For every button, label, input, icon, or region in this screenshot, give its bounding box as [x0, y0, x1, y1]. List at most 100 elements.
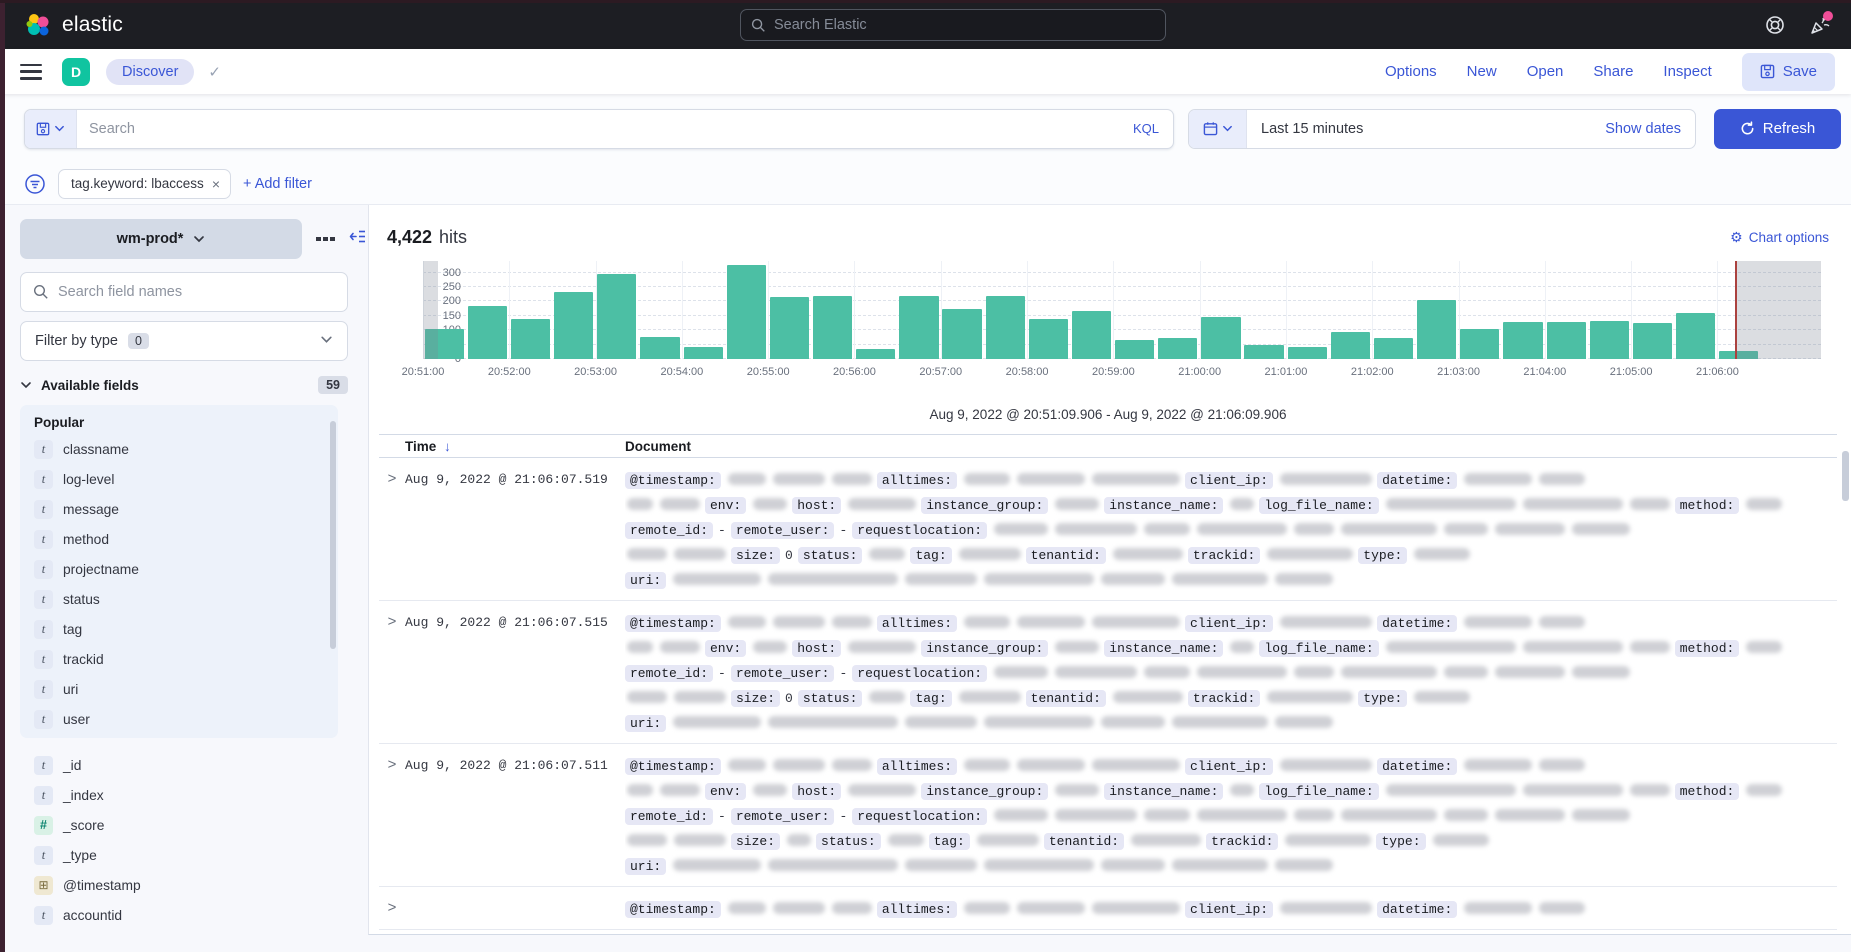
field-item[interactable]: tstatus [34, 584, 338, 614]
query-input[interactable] [77, 121, 1119, 137]
main-scrollbar[interactable] [1842, 451, 1849, 501]
search-icon [33, 284, 49, 300]
available-fields-label: Available fields [41, 378, 139, 393]
histogram-bar[interactable] [1417, 300, 1456, 359]
filter-pill[interactable]: tag.keyword: lbaccess × [58, 169, 231, 199]
field-item[interactable]: tprojectname [34, 554, 338, 584]
redacted-value [1386, 498, 1516, 510]
doc-field-label: method: [1675, 640, 1740, 657]
histogram-bar[interactable] [1547, 322, 1586, 359]
table-row: >@timestamp:alltimes:client_ip:datetime: [379, 887, 1837, 930]
doc-field-label: size: [731, 690, 780, 707]
field-item[interactable]: taccountid [34, 900, 368, 930]
add-filter-button[interactable]: + Add filter [243, 176, 312, 192]
new-button[interactable]: New [1467, 63, 1497, 80]
field-item[interactable]: tuser [34, 704, 338, 734]
collapse-sidebar-icon[interactable] [349, 229, 366, 249]
redacted-value [984, 716, 1094, 728]
field-item[interactable]: turi [34, 674, 338, 704]
field-item[interactable]: ttag [34, 614, 338, 644]
filter-by-type-dropdown[interactable]: Filter by type 0 [20, 321, 348, 361]
index-pattern-selector[interactable]: wm-prod* [20, 219, 302, 259]
elastic-logo[interactable]: elastic [24, 11, 123, 39]
field-item[interactable]: t_index [34, 780, 368, 810]
date-quick-menu-button[interactable] [1189, 110, 1247, 148]
popular-fields-panel: Popular tclassnametlog-leveltmessagetmet… [20, 405, 338, 738]
histogram-bar[interactable] [511, 319, 550, 359]
field-item[interactable]: tclassname [34, 434, 338, 464]
histogram-bar[interactable] [899, 296, 938, 359]
saved-query-menu-button[interactable] [25, 110, 77, 148]
doc-field-label: client_ip: [1185, 758, 1273, 775]
chart-options-button[interactable]: ⚙ Chart options [1730, 229, 1829, 246]
field-name: _score [63, 818, 104, 833]
options-button[interactable]: Options [1385, 63, 1437, 80]
histogram-bar[interactable] [1374, 338, 1413, 359]
space-avatar[interactable]: D [62, 58, 90, 86]
histogram-bar[interactable] [1158, 338, 1197, 359]
field-item[interactable]: t_type [34, 840, 368, 870]
histogram-bar[interactable] [468, 306, 507, 359]
field-item[interactable]: tmethod [34, 524, 338, 554]
remove-filter-icon[interactable]: × [212, 176, 220, 192]
histogram-bar[interactable] [1460, 329, 1499, 359]
histogram-bar[interactable] [1244, 345, 1283, 359]
expand-row-button[interactable]: > [379, 467, 405, 592]
histogram-bar[interactable] [597, 274, 636, 359]
save-button[interactable]: Save [1742, 53, 1835, 91]
sidebar-scrollbar[interactable] [330, 421, 336, 649]
redacted-value [1017, 759, 1085, 771]
histogram-bar[interactable] [1072, 311, 1111, 359]
menu-icon[interactable] [20, 64, 42, 80]
newsfeed-icon[interactable] [1809, 15, 1829, 35]
field-search-input[interactable] [58, 284, 335, 300]
histogram-bar[interactable] [640, 337, 679, 359]
share-button[interactable]: Share [1593, 63, 1633, 80]
histogram-bar[interactable] [1331, 332, 1370, 359]
histogram-bar[interactable] [727, 265, 766, 359]
sort-desc-icon[interactable]: ↓ [444, 439, 451, 454]
refresh-button[interactable]: Refresh [1714, 109, 1841, 149]
histogram-bar[interactable] [1029, 319, 1068, 359]
histogram-bar[interactable] [1633, 323, 1672, 359]
histogram-bar[interactable] [856, 349, 895, 359]
query-language-button[interactable]: KQL [1119, 121, 1173, 136]
redacted-value [773, 473, 825, 485]
histogram-bar[interactable] [1503, 322, 1542, 359]
histogram-bar[interactable] [1676, 313, 1715, 359]
field-item[interactable]: #_score [34, 810, 368, 840]
open-button[interactable]: Open [1527, 63, 1564, 80]
field-item[interactable]: tlog-level [34, 464, 338, 494]
expand-row-button[interactable]: > [379, 753, 405, 878]
field-item[interactable]: ⊞@timestamp [34, 870, 368, 900]
breadcrumb[interactable]: Discover [106, 59, 194, 85]
help-icon[interactable] [1765, 15, 1785, 35]
global-search-input[interactable] [774, 17, 1155, 33]
field-settings-icon[interactable] [316, 237, 335, 242]
time-range-value[interactable]: Last 15 minutes [1247, 121, 1605, 137]
expand-row-button[interactable]: > [379, 610, 405, 735]
histogram-bar[interactable] [554, 292, 593, 359]
field-item[interactable]: tmessage [34, 494, 338, 524]
histogram-bar[interactable] [813, 296, 852, 359]
show-dates-button[interactable]: Show dates [1605, 121, 1695, 137]
doc-field-label: tenantid: [1044, 833, 1124, 850]
histogram-bar[interactable] [1288, 347, 1327, 359]
inspect-button[interactable]: Inspect [1663, 63, 1711, 80]
histogram-bar[interactable] [1115, 340, 1154, 359]
filter-menu-icon[interactable] [24, 173, 46, 195]
field-item[interactable]: ttrackid [34, 644, 338, 674]
redacted-value [1464, 902, 1532, 914]
histogram-bar[interactable] [684, 347, 723, 359]
histogram-bar[interactable] [1590, 321, 1629, 359]
field-item[interactable]: t_id [34, 750, 368, 780]
expand-row-button[interactable]: > [379, 896, 405, 921]
time-column-header[interactable]: Time ↓ [405, 439, 625, 454]
global-search[interactable] [740, 9, 1166, 41]
histogram-bar[interactable] [986, 296, 1025, 359]
histogram-bar[interactable] [942, 309, 981, 359]
available-fields-header[interactable]: Available fields 59 [20, 376, 348, 394]
redacted-value [1055, 523, 1137, 535]
histogram-bar[interactable] [1201, 317, 1240, 359]
histogram-bar[interactable] [770, 297, 809, 359]
